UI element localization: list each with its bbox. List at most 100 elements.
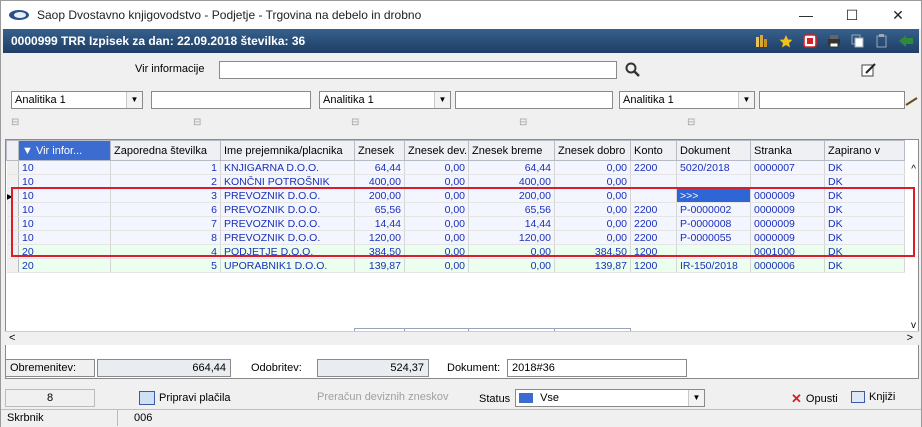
row-indicator[interactable]: ▶ xyxy=(6,188,19,203)
cell-znesek-dobro[interactable]: 0,00 xyxy=(554,216,631,231)
cell-zapirano[interactable]: DK xyxy=(824,160,905,175)
cell-zaporedna[interactable]: 1 xyxy=(110,160,221,175)
search-icon[interactable] xyxy=(625,62,641,81)
analytics-select-1[interactable]: Analitika 1 ▼ xyxy=(11,91,143,109)
row-indicator[interactable] xyxy=(6,258,19,273)
cell-znesek-dev[interactable]: 0,00 xyxy=(404,258,469,273)
cell-znesek-dobro[interactable]: 139,87 xyxy=(554,258,631,273)
cell-znesek-dev[interactable]: 0,00 xyxy=(404,188,469,203)
column-header-znesek-dobro[interactable]: Znesek dobro xyxy=(554,140,631,161)
cell-stranka[interactable]: 0001000 xyxy=(750,244,825,259)
filter-icon[interactable]: ⊟ xyxy=(11,117,23,129)
analytics-select-3[interactable]: Analitika 1 ▼ xyxy=(619,91,755,109)
cell-znesek-dev[interactable]: 0,00 xyxy=(404,230,469,245)
scroll-right-icon[interactable]: > xyxy=(907,332,913,344)
prepare-payments-button[interactable]: Pripravi plačila xyxy=(139,391,231,405)
cell-stranka[interactable]: 0000009 xyxy=(750,230,825,245)
star-icon[interactable] xyxy=(777,32,795,50)
cell-znesek[interactable]: 200,00 xyxy=(354,188,405,203)
table-row[interactable]: 10 8 PREVOZNIK D.O.O. 120,00 0,00 120,00 0,00 2… xyxy=(6,230,905,245)
column-header-ime[interactable]: Ime prejemnika/placnika xyxy=(220,140,355,161)
cell-zaporedna[interactable]: 3 xyxy=(110,188,221,203)
cell-vir[interactable]: 10 xyxy=(18,202,111,217)
column-header-dokument[interactable]: Dokument xyxy=(676,140,751,161)
minimize-button[interactable]: — xyxy=(783,1,829,29)
cell-dokument[interactable]: IR-150/2018 xyxy=(676,258,751,273)
filter-icon[interactable]: ⊟ xyxy=(687,117,699,129)
cell-konto[interactable]: 2200 xyxy=(630,230,677,245)
cell-znesek[interactable]: 120,00 xyxy=(354,230,405,245)
cell-znesek-breme[interactable]: 14,44 xyxy=(468,216,555,231)
status-select[interactable]: Vse ▼ xyxy=(515,389,705,407)
source-input[interactable] xyxy=(219,61,617,79)
pen-icon[interactable] xyxy=(905,95,919,110)
cell-zapirano[interactable]: DK xyxy=(824,244,905,259)
cell-zaporedna[interactable]: 4 xyxy=(110,244,221,259)
cell-znesek-breme[interactable]: 0,00 xyxy=(468,258,555,273)
close-button[interactable]: ✕ xyxy=(875,1,921,29)
table-row[interactable]: 20 5 UPORABNIK1 D.O.O. 139,87 0,00 0,00 139,87… xyxy=(6,258,905,273)
cell-vir[interactable]: 10 xyxy=(18,174,111,189)
cell-vir[interactable]: 20 xyxy=(18,258,111,273)
cell-ime[interactable]: UPORABNIK1 D.O.O. xyxy=(220,258,355,273)
cell-ime[interactable]: KNJIGARNA D.O.O. xyxy=(220,160,355,175)
cell-ime[interactable]: PREVOZNIK D.O.O. xyxy=(220,202,355,217)
scroll-left-icon[interactable]: < xyxy=(9,332,15,344)
row-indicator[interactable] xyxy=(6,244,19,259)
cell-zapirano[interactable]: DK xyxy=(824,188,905,203)
column-header-znesek[interactable]: Znesek xyxy=(354,140,405,161)
cell-zaporedna[interactable]: 7 xyxy=(110,216,221,231)
row-indicator[interactable] xyxy=(6,216,19,231)
scroll-down-icon[interactable]: v xyxy=(911,320,916,331)
cell-znesek[interactable]: 384,50 xyxy=(354,244,405,259)
column-header-znesek-dev[interactable]: Znesek dev. xyxy=(404,140,469,161)
filter-icon[interactable]: ⊟ xyxy=(193,117,205,129)
column-header-znesek-breme[interactable]: Znesek breme xyxy=(468,140,555,161)
cell-vir[interactable]: 10 xyxy=(18,160,111,175)
cell-znesek-dev[interactable]: 0,00 xyxy=(404,202,469,217)
cell-zaporedna[interactable]: 5 xyxy=(110,258,221,273)
cell-znesek[interactable]: 400,00 xyxy=(354,174,405,189)
columns-icon[interactable] xyxy=(753,32,771,50)
cell-dokument[interactable] xyxy=(676,174,751,189)
cancel-button[interactable]: ✕ Opusti xyxy=(791,391,838,407)
analytics-select-2[interactable]: Analitika 1 ▼ xyxy=(319,91,451,109)
cell-ime[interactable]: PREVOZNIK D.O.O. xyxy=(220,188,355,203)
row-indicator[interactable] xyxy=(6,160,19,175)
cell-zaporedna[interactable]: 2 xyxy=(110,174,221,189)
cell-ime[interactable]: PREVOZNIK D.O.O. xyxy=(220,216,355,231)
cell-znesek-dobro[interactable]: 0,00 xyxy=(554,160,631,175)
cell-znesek-dev[interactable]: 0,00 xyxy=(404,244,469,259)
column-header-zapirano[interactable]: Zapirano v xyxy=(824,140,905,161)
cell-znesek-dobro[interactable]: 0,00 xyxy=(554,202,631,217)
cell-znesek-dev[interactable]: 0,00 xyxy=(404,216,469,231)
filter-icon[interactable]: ⊟ xyxy=(351,117,363,129)
post-button[interactable]: Knjiži xyxy=(851,391,895,403)
cell-znesek-dobro[interactable]: 0,00 xyxy=(554,230,631,245)
cell-ime[interactable]: PREVOZNIK D.O.O. xyxy=(220,230,355,245)
cell-vir[interactable]: 10 xyxy=(18,216,111,231)
cell-znesek[interactable]: 64,44 xyxy=(354,160,405,175)
filter-icon[interactable]: ⊟ xyxy=(519,117,531,129)
cell-znesek-breme[interactable]: 65,56 xyxy=(468,202,555,217)
pdf-icon[interactable] xyxy=(801,32,819,50)
cell-znesek[interactable]: 139,87 xyxy=(354,258,405,273)
cell-znesek-dev[interactable]: 0,00 xyxy=(404,174,469,189)
maximize-button[interactable]: ☐ xyxy=(829,1,875,29)
recalculate-foreign-button[interactable]: Preračun deviznih zneskov xyxy=(317,391,448,403)
cell-zapirano[interactable]: DK xyxy=(824,258,905,273)
cell-zaporedna[interactable]: 8 xyxy=(110,230,221,245)
paste-icon[interactable] xyxy=(873,32,891,50)
table-row[interactable]: 10 1 KNJIGARNA D.O.O. 64,44 0,00 64,44 0,00 220… xyxy=(6,160,905,175)
cell-zapirano[interactable]: DK xyxy=(824,202,905,217)
cell-ime[interactable]: PODJETJE D.O.O. xyxy=(220,244,355,259)
edit-note-icon[interactable] xyxy=(861,62,877,81)
table-row[interactable]: 10 2 KONČNI POTROŠNIK 400,00 0,00 400,00 0,00 D… xyxy=(6,174,905,189)
scroll-up-icon[interactable]: ^ xyxy=(911,164,916,175)
cell-znesek-breme[interactable]: 200,00 xyxy=(468,188,555,203)
cell-dokument[interactable] xyxy=(676,244,751,259)
horizontal-scrollbar[interactable]: < > xyxy=(5,331,919,345)
cell-zapirano[interactable]: DK xyxy=(824,216,905,231)
cell-znesek-breme[interactable]: 120,00 xyxy=(468,230,555,245)
print-icon[interactable] xyxy=(825,32,843,50)
